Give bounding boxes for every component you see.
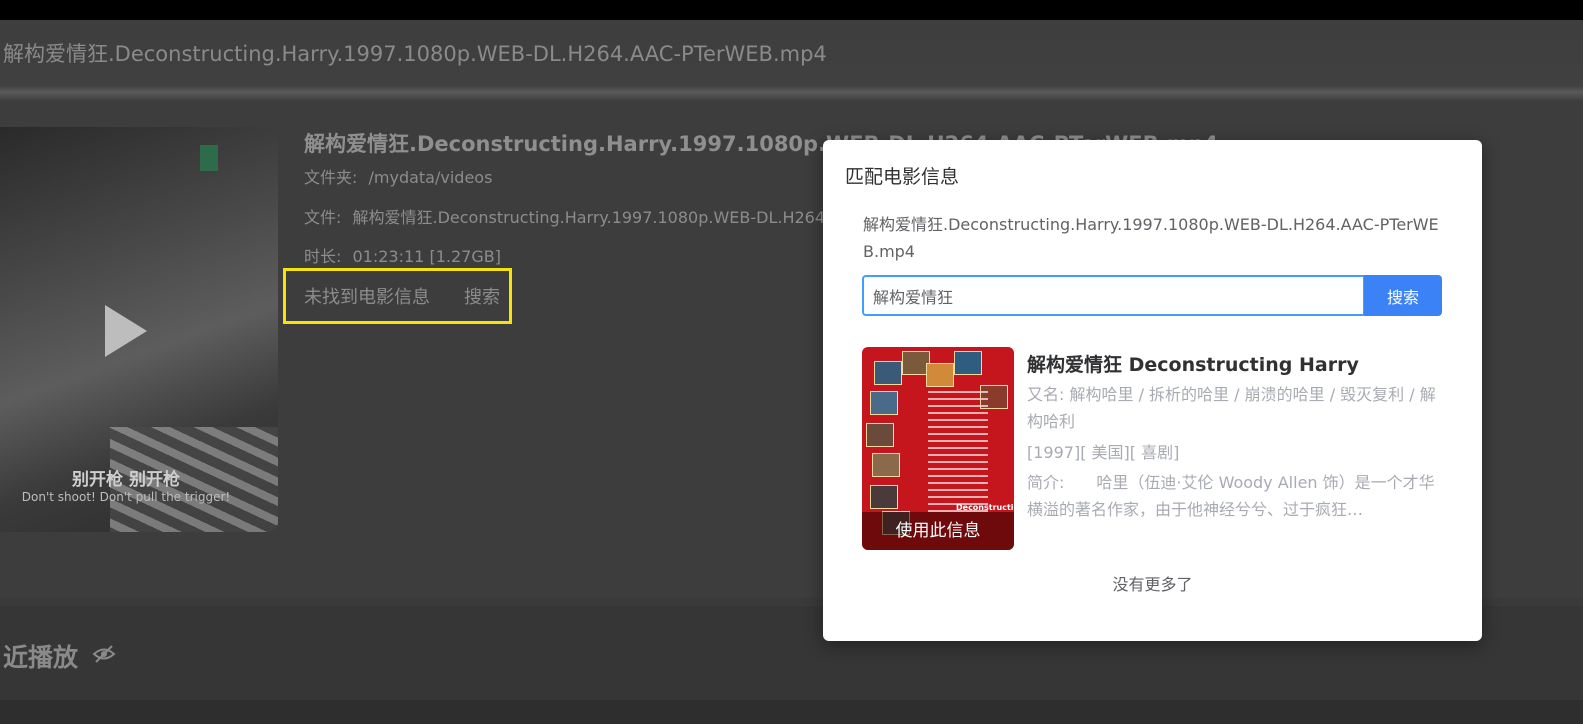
poster-thumb — [872, 453, 900, 477]
no-more-text: 没有更多了 — [1112, 575, 1193, 594]
result-title: 解构爱情狂 Deconstructing Harry — [1027, 354, 1359, 376]
folder-value: /mydata/videos — [368, 168, 493, 187]
poster-thumb — [874, 361, 902, 385]
match-movie-dialog: 匹配电影信息 解构爱情狂.Deconstructing.Harry.1997.1… — [823, 140, 1482, 641]
poster-credits — [928, 391, 988, 516]
duration-row: 时长: 01:23:11 [1.27GB] — [304, 243, 501, 267]
poster-thumb — [870, 485, 898, 509]
result-summary: 简介: 哈里（伍迪·艾伦 Woody Allen 饰）是一个才华横溢的著名作家，… — [1027, 473, 1435, 519]
folder-row: 文件夹: /mydata/videos — [304, 164, 492, 188]
result-meta: [1997][ 美国][ 喜剧] — [1027, 443, 1180, 462]
duration-value: 01:23:11 [1.27GB] — [352, 247, 501, 266]
search-button[interactable]: 搜索 — [1364, 275, 1442, 316]
search-movie-link[interactable]: 搜索 — [464, 283, 500, 309]
poster-thumb — [870, 391, 898, 415]
duration-label: 时长: — [304, 247, 342, 266]
eye-off-icon[interactable] — [92, 644, 116, 664]
result-item: Deconstructing 使用此信息 解构爱情狂 Deconstructin… — [862, 347, 1442, 551]
recent-title: 近播放 — [3, 643, 79, 672]
window-top-strip — [0, 0, 1583, 20]
preview-subtitle-cn: 别开枪 别开枪 — [72, 470, 180, 490]
preview-light — [200, 145, 218, 171]
poster-thumb — [866, 423, 894, 447]
poster-thumb — [954, 351, 982, 375]
page-title: 解构爱情狂.Deconstructing.Harry.1997.1080p.WE… — [3, 42, 827, 66]
poster-thumb — [926, 363, 954, 387]
movie-not-found-text: 未找到电影信息 — [304, 287, 430, 308]
title-bar: 解构爱情狂.Deconstructing.Harry.1997.1080p.WE… — [0, 20, 1583, 102]
dialog-filename: 解构爱情狂.Deconstructing.Harry.1997.1080p.WE… — [863, 215, 1439, 261]
use-this-info-button[interactable]: 使用此信息 — [862, 512, 1014, 550]
video-preview[interactable]: 别开枪 别开枪 Don't shoot! Don't pull the trig… — [0, 127, 278, 532]
preview-subtitle-en: Don't shoot! Don't pull the trigger! — [21, 490, 231, 504]
result-aliases: 又名: 解构哈里 / 拆析的哈里 / 崩溃的哈里 / 毁灭复利 / 解构哈利 — [1027, 385, 1436, 431]
dialog-title: 匹配电影信息 — [845, 166, 960, 188]
movie-search-input[interactable] — [862, 275, 1365, 316]
result-poster[interactable]: Deconstructing 使用此信息 — [862, 347, 1014, 550]
play-icon[interactable] — [105, 305, 147, 357]
poster-title-text: Deconstructing — [956, 503, 1014, 512]
bottom-strip — [0, 700, 1583, 724]
folder-label: 文件夹: — [304, 168, 358, 187]
file-label: 文件: — [304, 208, 342, 227]
